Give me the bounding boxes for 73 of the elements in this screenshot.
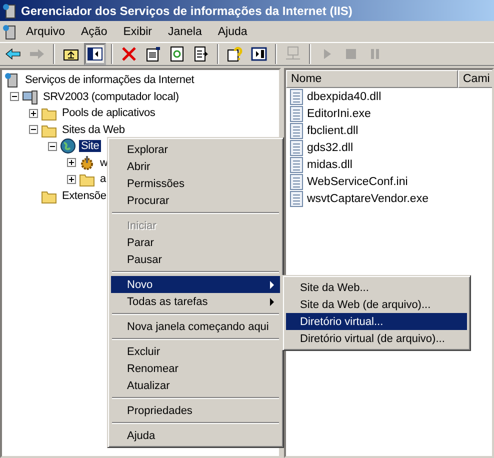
menu-item[interactable]: Excluir xyxy=(111,343,280,360)
stop-icon xyxy=(343,46,359,62)
globe-icon xyxy=(60,138,76,154)
tree-pane-icon xyxy=(87,46,103,62)
file-icon xyxy=(290,140,303,156)
menu-item[interactable]: Ação xyxy=(73,26,116,38)
menu-item[interactable]: Parar xyxy=(111,234,280,251)
menu-item[interactable]: Procurar xyxy=(111,192,280,209)
file-name[interactable]: WebServiceConf.ini xyxy=(307,176,408,188)
menu-item[interactable]: Diretório virtual... xyxy=(286,313,467,330)
menu-item[interactable]: Ajuda xyxy=(210,26,256,38)
window-title: Gerenciador dos Serviços de informações da Internet (IIS) xyxy=(21,4,352,18)
refresh-icon xyxy=(169,46,185,62)
menu-item[interactable]: Novo xyxy=(111,276,280,293)
file-icon xyxy=(290,190,303,206)
menu-item[interactable]: Atualizar xyxy=(111,377,280,394)
menu-item[interactable]: Arquivo xyxy=(18,26,73,38)
collapse-icon[interactable] xyxy=(29,125,38,134)
server-icon xyxy=(2,2,18,18)
file-icon xyxy=(290,156,303,172)
tree-item[interactable]: Sites da Web xyxy=(60,124,127,136)
submenu-arrow-icon xyxy=(268,298,276,306)
file-icon xyxy=(290,174,303,190)
collapse-icon[interactable] xyxy=(48,142,57,151)
tree-item[interactable]: Pools de aplicativos xyxy=(60,107,158,120)
tree-item[interactable]: Serviços de informações da Internet xyxy=(23,74,196,86)
forward-arrow-icon xyxy=(29,46,45,62)
menu-item[interactable]: Pausar xyxy=(111,251,280,268)
tree-item[interactable]: Extensõe xyxy=(60,190,108,202)
file-name[interactable]: dbexpida40.dll xyxy=(307,90,382,102)
file-name[interactable]: wsvtCaptareVendor.exe xyxy=(307,192,428,204)
file-name[interactable]: EditorIni.exe xyxy=(307,108,371,120)
collapse-icon[interactable] xyxy=(10,92,19,102)
panel-icon xyxy=(251,46,267,62)
expand-icon[interactable] xyxy=(67,158,76,168)
export-list-icon xyxy=(193,46,209,62)
column-header[interactable]: Nome xyxy=(286,70,458,88)
menu-item[interactable]: Abrir xyxy=(111,158,280,175)
menu-item[interactable]: Ajuda xyxy=(111,427,280,444)
menu-item[interactable]: Exibir xyxy=(115,26,160,38)
file-name[interactable]: gds32.dll xyxy=(307,142,354,154)
menu-item[interactable]: Nova janela começando aqui xyxy=(111,318,280,335)
toolbar-button[interactable] xyxy=(84,43,106,65)
computer-icon xyxy=(285,46,301,62)
tree-item[interactable]: SRV2003 (computador local) xyxy=(41,90,181,103)
gear-icon xyxy=(79,154,95,171)
tree-item[interactable]: Site xyxy=(79,140,102,152)
column-header[interactable]: Cami xyxy=(458,70,492,88)
tree-item[interactable]: a xyxy=(98,173,108,186)
expand-icon[interactable] xyxy=(29,108,38,118)
back-arrow-icon xyxy=(5,46,21,62)
submenu-arrow-icon xyxy=(268,280,276,288)
menu-item[interactable]: Janela xyxy=(160,26,210,38)
file-icon xyxy=(290,122,303,138)
expand-icon[interactable] xyxy=(67,174,76,184)
menu-item[interactable]: Renomear xyxy=(111,360,280,377)
file-icon xyxy=(290,106,303,122)
file-name[interactable]: fbclient.dll xyxy=(307,124,358,136)
menu-item[interactable]: Permissões xyxy=(111,175,280,192)
delete-icon xyxy=(121,46,137,62)
server-icon xyxy=(4,72,20,88)
menu-item[interactable]: Site da Web (de arquivo)... xyxy=(286,296,467,313)
file-icon xyxy=(290,88,303,104)
menu-item[interactable]: Explorar xyxy=(111,141,280,158)
menu-item[interactable]: Site da Web... xyxy=(286,279,467,296)
server-icon xyxy=(2,24,18,40)
menu-item[interactable]: Diretório virtual (de arquivo)... xyxy=(286,330,467,347)
help-icon xyxy=(227,46,243,62)
menu-item[interactable]: Todas as tarefas xyxy=(111,293,280,310)
file-name[interactable]: midas.dll xyxy=(307,158,352,170)
menu-item[interactable]: Propriedades xyxy=(111,402,280,419)
computer-icon xyxy=(22,88,38,105)
properties-icon xyxy=(145,46,161,62)
